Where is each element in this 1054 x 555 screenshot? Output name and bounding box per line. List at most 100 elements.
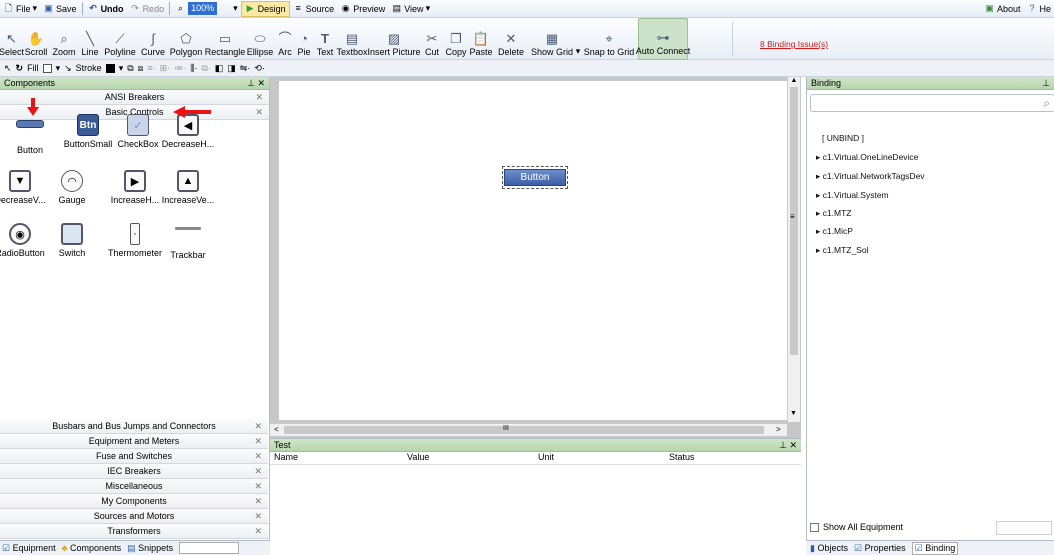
tab-components[interactable]: ♣ Components	[62, 543, 121, 553]
tab-objects[interactable]: ▮ Objects	[810, 543, 848, 554]
scroll-tool[interactable]: ✋ Scroll	[23, 18, 49, 60]
scroll-thumb[interactable]	[790, 87, 798, 355]
size-icon[interactable]: ⫼·	[190, 63, 197, 74]
close-icon[interactable]: ✕	[254, 421, 262, 432]
close-icon[interactable]: ✕	[255, 92, 263, 103]
ellipse-tool[interactable]: ⬭ Ellipse	[246, 18, 274, 60]
component-gauge[interactable]: ◠ Gauge	[42, 170, 102, 205]
close-icon[interactable]: ✕	[254, 496, 262, 507]
show-all-equipment[interactable]: Show All Equipment	[810, 522, 903, 532]
help-button[interactable]: ? He	[1023, 1, 1054, 17]
tree-item-system[interactable]: ▸ c1.Virtual.System	[816, 190, 889, 201]
fill-color-swatch[interactable]	[42, 63, 52, 73]
category-miscellaneous[interactable]: Miscellaneous ✕	[0, 479, 268, 494]
distribute-icon[interactable]: ⊞·	[160, 63, 171, 74]
component-button[interactable]: Button	[0, 120, 60, 155]
grid-dropdown[interactable]: ▾	[575, 18, 581, 60]
category-equipment-meters[interactable]: Equipment and Meters ✕	[0, 434, 268, 449]
tab-snippets[interactable]: ▤ Snippets	[127, 543, 173, 554]
rotate-icon[interactable]: ↻	[16, 63, 24, 74]
view-menu[interactable]: ▤ View ▾	[388, 1, 433, 17]
snap-to-grid-button[interactable]: ⌖ Snap to Grid	[583, 18, 635, 60]
close-icon[interactable]: ✕	[254, 466, 262, 477]
text-tool[interactable]: T Text	[314, 18, 336, 60]
equipment-filter-field[interactable]	[996, 521, 1052, 535]
scroll-down-icon[interactable]: ▼	[790, 410, 797, 417]
component-increaseh[interactable]: ▶ IncreaseH...	[105, 170, 165, 205]
line-tool[interactable]: ╲ Line	[78, 18, 102, 60]
hscroll-thumb[interactable]	[284, 426, 764, 434]
flip-icon[interactable]: ⇋·	[240, 63, 251, 74]
undo-button[interactable]: ↶ Undo	[85, 1, 127, 17]
horizontal-scrollbar[interactable]: < III >	[270, 423, 787, 436]
category-ansi-breakers[interactable]: ANSI Breakers ✕	[0, 90, 269, 105]
tree-item-mtz-sol[interactable]: ▸ c1.MTZ_Sol	[816, 245, 868, 256]
category-iec-breakers[interactable]: IEC Breakers ✕	[0, 464, 268, 479]
expand-icon[interactable]: ▸	[816, 171, 820, 181]
show-grid-button[interactable]: ▦ Show Grid	[530, 18, 574, 60]
unbind-item[interactable]: [ UNBIND ]	[822, 133, 864, 143]
close-icon[interactable]: ✕	[789, 440, 797, 450]
zoom-control[interactable]: ⌕ 100%	[172, 1, 220, 17]
scroll-right-icon[interactable]: >	[776, 425, 781, 434]
tree-item-mtz[interactable]: ▸ c1.MTZ	[816, 208, 851, 219]
close-icon[interactable]: ✕	[257, 78, 265, 88]
redo-button[interactable]: ↷ Redo	[127, 1, 168, 17]
category-transformers[interactable]: Transformers ✕	[0, 524, 268, 539]
cut-button[interactable]: ✂ Cut	[421, 18, 443, 60]
insert-picture-tool[interactable]: ▨ Insert Picture	[367, 18, 420, 60]
expand-icon[interactable]: ▸	[816, 152, 820, 162]
tree-item-onelinedevice[interactable]: ▸ c1.Virtual.OneLineDevice	[816, 152, 918, 163]
order-icon[interactable]: ⧉·	[201, 63, 210, 74]
component-switch[interactable]: Switch	[42, 223, 102, 258]
close-icon[interactable]: ✕	[254, 451, 262, 462]
select-tool[interactable]: ↖ Select	[0, 18, 24, 60]
column-unit[interactable]: Unit	[534, 452, 665, 464]
copy-button[interactable]: ❐ Copy	[444, 18, 468, 60]
zoom-tool[interactable]: ⌕ Zoom	[51, 18, 77, 60]
design-tab[interactable]: ▶ Design	[240, 0, 290, 17]
close-icon[interactable]: ✕	[254, 481, 262, 492]
dropdown-icon[interactable]: ▾	[56, 63, 61, 74]
align-icon[interactable]: ≡·	[147, 63, 155, 73]
close-icon[interactable]: ✕	[254, 436, 262, 447]
dropdown-icon[interactable]: ▾	[119, 63, 124, 74]
component-decreaseh[interactable]: ◀ DecreaseH...	[158, 114, 218, 149]
binding-issues-link[interactable]: 8 Binding Issue(s)	[760, 39, 828, 49]
arc-tool[interactable]: ⌒ Arc	[276, 18, 294, 60]
close-icon[interactable]: ✕	[254, 526, 262, 537]
stroke-color-swatch[interactable]	[105, 63, 115, 73]
tree-item-networktagsdev[interactable]: ▸ c1.Virtual.NetworkTagsDev	[816, 171, 925, 182]
component-increasev[interactable]: ▲ IncreaseVe...	[158, 170, 218, 205]
bring-front-icon[interactable]: ◧	[215, 63, 224, 74]
category-busbars[interactable]: Busbars and Bus Jumps and Connectors ✕	[0, 419, 268, 434]
column-name[interactable]: Name	[270, 452, 403, 464]
rectangle-tool[interactable]: ▭ Rectangle	[205, 18, 246, 60]
expand-icon[interactable]: ▸	[816, 245, 820, 255]
expand-icon[interactable]: ▸	[816, 226, 820, 236]
tree-item-micp[interactable]: ▸ c1.MicP	[816, 226, 853, 237]
polyline-tool[interactable]: ⟋ Polyline	[103, 18, 137, 60]
zoom-dropdown[interactable]: ▾	[230, 1, 241, 17]
tab-properties[interactable]: ☑ Properties	[854, 543, 906, 554]
pin-icon[interactable]: ⊥	[1042, 78, 1050, 89]
group-icon[interactable]: ⧉	[127, 63, 133, 74]
component-thermometer[interactable]: · Thermometer	[105, 223, 165, 258]
select-icon[interactable]: ↖	[4, 63, 12, 74]
pin-icon[interactable]: ⊥	[779, 440, 787, 450]
scroll-left-icon[interactable]: <	[274, 425, 279, 434]
auto-connect-button[interactable]: ⊶ Auto Connect	[636, 18, 690, 60]
about-button[interactable]: ▣ About	[981, 1, 1024, 17]
pie-tool[interactable]: ◔ Pie	[295, 18, 313, 60]
tab-equipment[interactable]: ☑ Equipment	[2, 543, 56, 554]
category-my-components[interactable]: My Components ✕	[0, 494, 268, 509]
polygon-tool[interactable]: ⬠ Polygon	[168, 18, 204, 60]
show-all-checkbox[interactable]	[810, 522, 819, 532]
send-back-icon[interactable]: ◨	[227, 63, 236, 74]
file-menu[interactable]: 🗋 File ▾	[0, 1, 40, 17]
scroll-up-icon[interactable]: ▲	[788, 77, 800, 84]
expand-icon[interactable]: ▸	[816, 208, 820, 218]
design-canvas[interactable]: Button	[279, 81, 787, 420]
canvas-button[interactable]: Button	[504, 169, 566, 186]
expand-icon[interactable]: ▸	[816, 190, 820, 200]
